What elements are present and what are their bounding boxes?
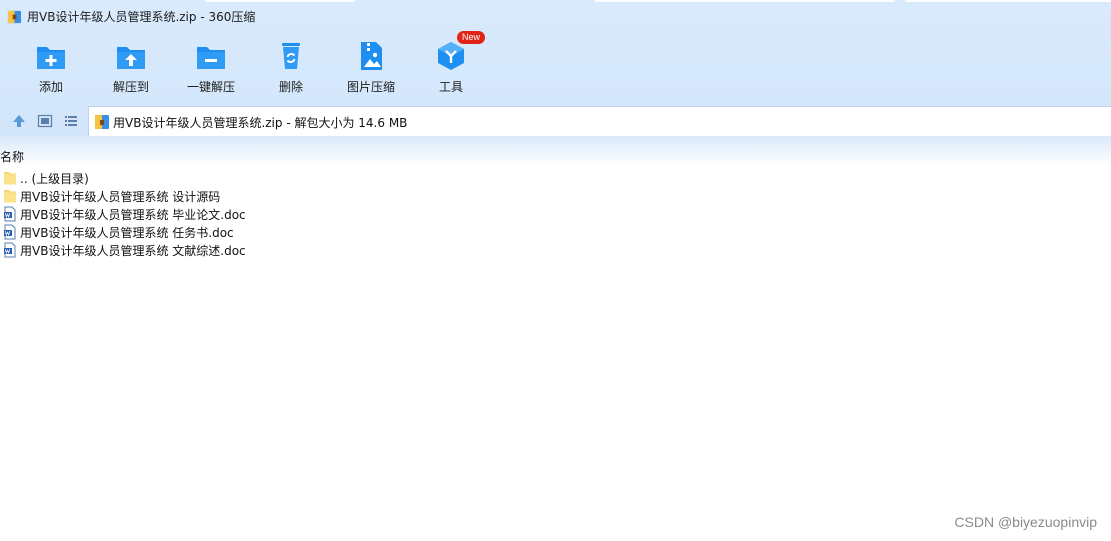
add-label: 添加 bbox=[38, 80, 63, 94]
file-name: 用VB设计年级人员管理系统 毕业论文.doc bbox=[20, 208, 246, 222]
top-chrome: 用VB设计年级人员管理系统.zip - 360压缩 添加 解压到 一键解压 删除… bbox=[0, 0, 1111, 145]
recycle-bin-icon bbox=[282, 43, 300, 69]
delete-button[interactable]: 删除 bbox=[251, 34, 331, 100]
address-path: 用VB设计年级人员管理系统.zip - 解包大小为 14.6 MB bbox=[113, 116, 408, 130]
toolbar: 添加 解压到 一键解压 删除 图片压缩 New 工具 bbox=[0, 31, 520, 100]
file-name: 用VB设计年级人员管理系统 设计源码 bbox=[20, 190, 221, 204]
extract-to-button[interactable]: 解压到 bbox=[91, 34, 171, 100]
zip-file-icon bbox=[95, 115, 109, 129]
address-row: 用VB设计年级人员管理系统.zip - 解包大小为 14.6 MB bbox=[0, 106, 1111, 136]
list-item[interactable]: 用VB设计年级人员管理系统 毕业论文.doc bbox=[0, 205, 600, 223]
word-document-icon bbox=[4, 206, 16, 222]
list-item[interactable]: .. (上级目录) bbox=[0, 169, 600, 187]
one-click-extract-button[interactable]: 一键解压 bbox=[171, 34, 251, 100]
thumbnail-view-icon[interactable] bbox=[37, 113, 53, 129]
address-bar[interactable]: 用VB设计年级人员管理系统.zip - 解包大小为 14.6 MB bbox=[88, 106, 1111, 136]
file-name: .. (上级目录) bbox=[20, 172, 89, 186]
watermark: CSDN @biyezuopinvip bbox=[954, 514, 1097, 530]
title-bar: 用VB设计年级人员管理系统.zip - 360压缩 bbox=[0, 0, 1111, 32]
header-fade bbox=[0, 136, 1111, 166]
word-document-icon bbox=[4, 224, 16, 240]
folder-minus-icon bbox=[197, 47, 225, 69]
new-badge: New bbox=[457, 31, 486, 44]
extract-to-label: 解压到 bbox=[112, 80, 149, 94]
list-item[interactable]: 用VB设计年级人员管理系统 设计源码 bbox=[0, 187, 600, 205]
one-click-extract-label: 一键解压 bbox=[186, 80, 235, 94]
up-arrow-icon[interactable] bbox=[11, 113, 27, 129]
add-button[interactable]: 添加 bbox=[11, 34, 91, 100]
file-name: 用VB设计年级人员管理系统 任务书.doc bbox=[20, 226, 234, 240]
file-name: 用VB设计年级人员管理系统 文献综述.doc bbox=[20, 244, 246, 258]
delete-label: 删除 bbox=[278, 80, 303, 94]
tools-label: 工具 bbox=[438, 80, 463, 94]
folder-icon bbox=[4, 190, 16, 203]
tools-cube-icon bbox=[438, 42, 464, 70]
tools-button[interactable]: New 工具 bbox=[411, 31, 491, 100]
image-compress-icon bbox=[361, 42, 382, 70]
folder-add-icon bbox=[37, 47, 65, 69]
list-item[interactable]: 用VB设计年级人员管理系统 文献综述.doc bbox=[0, 241, 600, 259]
word-document-icon bbox=[4, 242, 16, 258]
file-list: .. (上级目录) 用VB设计年级人员管理系统 设计源码 用VB设计年级人员管理… bbox=[0, 169, 600, 259]
window-title: 用VB设计年级人员管理系统.zip - 360压缩 bbox=[27, 10, 256, 24]
archive-app-icon bbox=[7, 10, 22, 24]
image-compress-button[interactable]: 图片压缩 bbox=[331, 34, 411, 100]
folder-icon bbox=[4, 172, 16, 185]
folder-extract-icon bbox=[117, 47, 145, 69]
list-item[interactable]: 用VB设计年级人员管理系统 任务书.doc bbox=[0, 223, 600, 241]
column-header-name[interactable]: 名称 bbox=[0, 148, 24, 165]
image-compress-label: 图片压缩 bbox=[346, 80, 395, 94]
list-view-icon[interactable] bbox=[63, 113, 79, 129]
